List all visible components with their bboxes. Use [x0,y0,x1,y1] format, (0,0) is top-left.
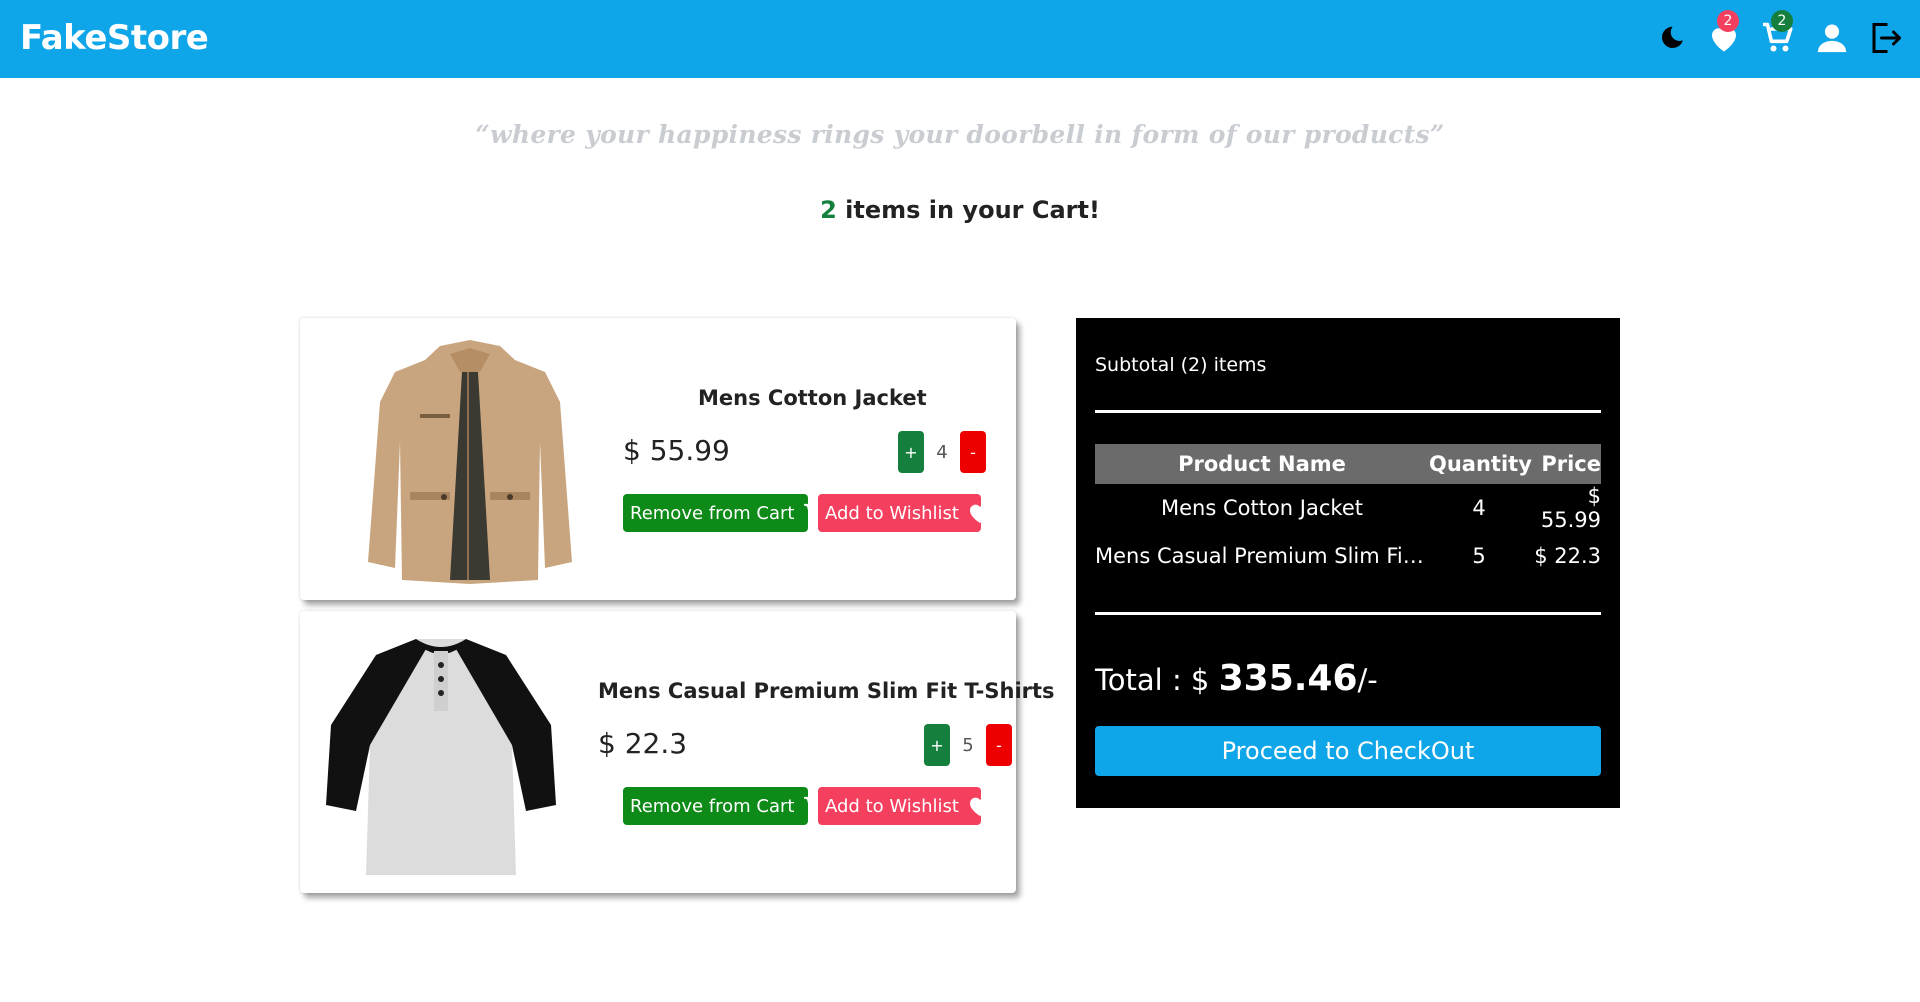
tagline: “where your happiness rings your doorbel… [475,120,1445,149]
add-to-wishlist-button[interactable]: Add to Wishlist [818,787,991,825]
subtotal-label: Subtotal (2) items [1095,354,1267,376]
wishlist-count-badge: 2 [1717,10,1739,32]
remove-from-cart-label: Remove from Cart [630,502,795,524]
remove-from-cart-label: Remove from Cart [630,795,795,817]
product-price: $ 55.99 [623,434,730,467]
table-row: Mens Cotton Jacket 4 $ 55.99 [1095,484,1601,532]
product-name[interactable]: Mens Cotton Jacket [698,386,927,410]
total-label: Total : $ [1095,663,1219,697]
row-product-name: Mens Cotton Jacket [1161,496,1363,520]
cart-heading-text: items in your Cart! [836,196,1100,224]
decrease-quantity-button[interactable]: - [960,431,986,473]
cart-item-count: 2 [820,196,837,224]
row-quantity: 4 [1472,496,1486,520]
row-price: $ 55.99 [1540,484,1601,532]
order-total: Total : $ 335.46/- [1095,658,1378,699]
product-name[interactable]: Mens Casual Premium Slim Fit T-Shirts [598,679,1055,703]
cart-heading: 2 items in your Cart! [0,196,1920,224]
heart-icon [968,795,992,817]
cart-product-card: Mens Cotton Jacket $ 55.99 + 4 - Remove … [300,318,1016,600]
wishlist-nav-button[interactable]: 2 [1704,10,1744,58]
user-icon [1817,24,1847,53]
remove-from-cart-button[interactable]: Remove from Cart [623,787,824,825]
summary-table: Product Name Quantity Price Mens Cotton … [1095,444,1601,580]
total-amount: 335.46 [1218,658,1358,699]
summary-divider [1095,410,1601,413]
proceed-to-checkout-button[interactable]: Proceed to CheckOut [1095,726,1601,776]
header-price: Price [1541,452,1601,476]
summary-table-header: Product Name Quantity Price [1095,444,1601,484]
increase-quantity-button[interactable]: + [924,724,950,766]
row-quantity: 5 [1472,544,1486,568]
logout-icon [1872,23,1901,53]
add-to-wishlist-label: Add to Wishlist [825,795,959,817]
add-to-wishlist-label: Add to Wishlist [825,502,959,524]
header-product-name: Product Name [1178,452,1346,476]
dark-mode-toggle[interactable] [1652,18,1692,58]
decrease-quantity-button[interactable]: - [986,724,1012,766]
row-price: $ 22.3 [1534,544,1601,568]
row-product-name: Mens Casual Premium Slim Fit... [1095,544,1429,568]
profile-nav-button[interactable] [1812,18,1852,58]
brand-logo[interactable]: FakeStore [20,18,209,58]
summary-divider [1095,612,1601,615]
product-image-tshirt[interactable] [316,625,566,883]
header-quantity: Quantity [1429,452,1532,476]
quantity-value: 4 [936,442,948,463]
table-row: Mens Casual Premium Slim Fit... 5 $ 22.3 [1095,532,1601,580]
order-summary-panel: Subtotal (2) items Product Name Quantity… [1076,318,1620,808]
cart-product-card: Mens Casual Premium Slim Fit T-Shirts $ … [300,611,1055,893]
increase-quantity-button[interactable]: + [898,431,924,473]
cart-count-badge: 2 [1771,10,1793,32]
remove-from-cart-button[interactable]: Remove from Cart [623,494,824,532]
cart-nav-button[interactable]: 2 [1758,10,1798,58]
product-image-jacket[interactable] [340,332,600,588]
total-suffix: /- [1357,663,1378,697]
logout-nav-button[interactable] [1866,18,1906,58]
moon-icon [1662,26,1683,48]
add-to-wishlist-button[interactable]: Add to Wishlist [818,494,991,532]
product-price: $ 22.3 [598,727,688,760]
quantity-value: 5 [962,735,974,756]
heart-icon [968,502,992,524]
navbar: FakeStore 2 2 [0,0,1920,78]
